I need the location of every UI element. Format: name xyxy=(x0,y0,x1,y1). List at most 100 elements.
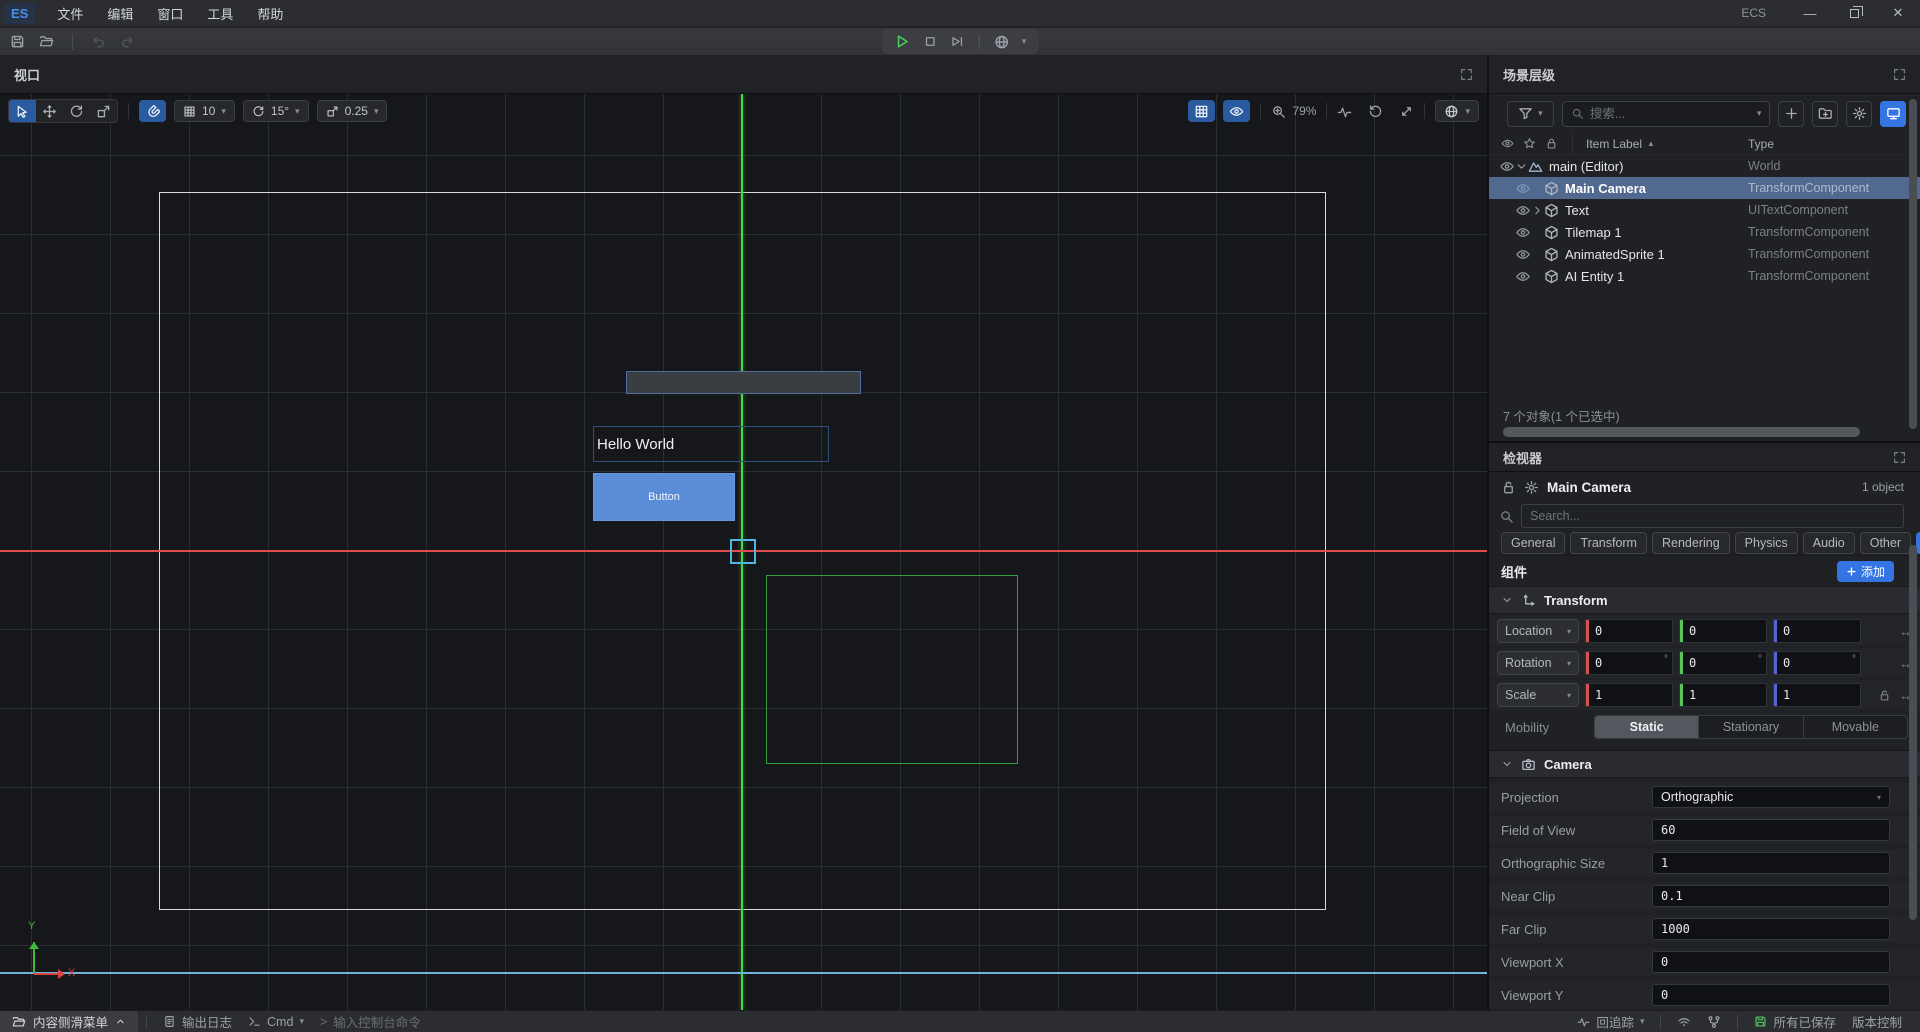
inspector-search-input[interactable] xyxy=(1530,509,1895,523)
undo-icon[interactable] xyxy=(91,34,106,49)
chevron-right-icon[interactable] xyxy=(1531,203,1544,218)
scene-text-object[interactable]: Hello World xyxy=(593,426,829,462)
menu-edit[interactable]: 编辑 xyxy=(97,0,143,27)
save-status[interactable]: 所有已保存 xyxy=(1746,1012,1844,1031)
sort-by-label[interactable]: Item Label ▲ xyxy=(1572,137,1748,151)
app-logo[interactable]: ES xyxy=(4,3,35,24)
menu-tools[interactable]: 工具 xyxy=(197,0,243,27)
unlock-icon[interactable] xyxy=(1878,689,1891,702)
cmd-dropdown[interactable]: Cmd ▾ xyxy=(240,1011,312,1032)
eye-icon[interactable] xyxy=(1515,247,1531,262)
scale-y-field[interactable]: 1 xyxy=(1679,683,1767,707)
tab-transform[interactable]: Transform xyxy=(1570,532,1647,554)
eye-icon[interactable] xyxy=(1515,203,1531,218)
network-status[interactable] xyxy=(1669,1015,1699,1029)
transform-section-header[interactable]: Transform xyxy=(1489,586,1920,614)
camera-section-header[interactable]: Camera xyxy=(1489,750,1920,778)
output-log-button[interactable]: 输出日志 xyxy=(155,1011,240,1032)
expand-icon[interactable] xyxy=(1460,68,1473,81)
scale-x-field[interactable]: 1 xyxy=(1585,683,1673,707)
viewport-canvas[interactable]: 10 ▾ 15° ▾ 0.25 ▾ xyxy=(0,94,1487,1010)
settings-button[interactable] xyxy=(1846,101,1872,127)
world-dropdown[interactable]: ▾ xyxy=(1435,100,1479,122)
orthographic-size-input[interactable]: 1 xyxy=(1652,852,1890,874)
tab-physics[interactable]: Physics xyxy=(1735,532,1798,554)
near-clip-input[interactable]: 0.1 xyxy=(1652,885,1890,907)
stop-button[interactable] xyxy=(923,34,938,49)
fit-view-icon[interactable] xyxy=(1399,104,1414,119)
expand-icon[interactable] xyxy=(1893,68,1906,81)
branch-status[interactable] xyxy=(1699,1015,1729,1029)
content-drawer-button[interactable]: 内容侧滑菜单 xyxy=(0,1011,138,1032)
restore-button[interactable] xyxy=(1832,0,1876,26)
menu-help[interactable]: 帮助 xyxy=(247,0,293,27)
grid-toggle-button[interactable] xyxy=(1188,100,1215,122)
far-clip-input[interactable]: 1000 xyxy=(1652,918,1890,940)
scale-snap-dropdown[interactable]: 0.25 ▾ xyxy=(317,100,388,122)
location-z-field[interactable]: 0 xyxy=(1773,619,1861,643)
scene-panel-bar[interactable] xyxy=(626,371,861,394)
location-y-field[interactable]: 0 xyxy=(1679,619,1767,643)
add-entity-button[interactable] xyxy=(1778,101,1804,127)
tree-row-world[interactable]: main (Editor) World xyxy=(1489,155,1920,177)
scene-origin-handle[interactable] xyxy=(730,539,756,564)
save-icon[interactable] xyxy=(10,34,25,49)
tree-row-animatedsprite[interactable]: AnimatedSprite 1 TransformComponent xyxy=(1489,243,1920,265)
viewport-x-input[interactable]: 0 xyxy=(1652,951,1890,973)
eye-icon[interactable] xyxy=(1499,159,1515,174)
field-of-view-input[interactable]: 60 xyxy=(1652,819,1890,841)
tree-row-ai-entity[interactable]: AI Entity 1 TransformComponent xyxy=(1489,265,1920,287)
scale-z-field[interactable]: 1 xyxy=(1773,683,1861,707)
projection-dropdown[interactable]: Orthographic ▾ xyxy=(1652,786,1890,808)
lock-column-icon[interactable] xyxy=(1545,137,1558,150)
tab-audio[interactable]: Audio xyxy=(1803,532,1855,554)
star-column-icon[interactable] xyxy=(1523,137,1536,150)
visibility-toggle-button[interactable] xyxy=(1223,100,1250,122)
filter-dropdown[interactable]: ▾ xyxy=(1507,101,1554,127)
scene-button-object[interactable]: Button xyxy=(593,473,735,521)
scale-dropdown[interactable]: Scale▾ xyxy=(1497,683,1579,707)
scene-green-rect[interactable] xyxy=(766,575,1018,764)
vertical-scrollbar[interactable] xyxy=(1909,545,1917,920)
eye-icon[interactable] xyxy=(1515,225,1531,240)
rotation-x-field[interactable]: 0° xyxy=(1585,651,1673,675)
stats-icon[interactable] xyxy=(1337,104,1352,119)
tab-rendering[interactable]: Rendering xyxy=(1652,532,1730,554)
tab-general[interactable]: General xyxy=(1501,532,1565,554)
scale-tool-button[interactable] xyxy=(90,100,117,122)
play-button[interactable] xyxy=(894,33,911,50)
zoom-indicator[interactable]: 79% xyxy=(1271,104,1316,119)
step-button[interactable] xyxy=(950,34,965,49)
rotation-dropdown[interactable]: Rotation▾ xyxy=(1497,651,1579,675)
display-toggle-button[interactable] xyxy=(1880,101,1906,127)
move-tool-button[interactable] xyxy=(36,100,63,122)
unlock-icon[interactable] xyxy=(1501,480,1516,495)
select-tool-button[interactable] xyxy=(9,100,36,122)
mobility-static[interactable]: Static xyxy=(1595,716,1699,738)
minimize-button[interactable]: — xyxy=(1788,0,1832,26)
eye-column-icon[interactable] xyxy=(1501,137,1514,150)
version-control-button[interactable]: 版本控制 xyxy=(1844,1012,1910,1031)
location-dropdown[interactable]: Location▾ xyxy=(1497,619,1579,643)
console-command-input[interactable]: > 输入控制台命令 xyxy=(312,1011,429,1032)
tree-row-main-camera[interactable]: Main Camera TransformComponent xyxy=(1489,177,1920,199)
tree-row-tilemap[interactable]: Tilemap 1 TransformComponent xyxy=(1489,221,1920,243)
new-folder-button[interactable] xyxy=(1812,101,1838,127)
open-folder-icon[interactable] xyxy=(39,34,54,49)
tab-other[interactable]: Other xyxy=(1860,532,1911,554)
hierarchy-search[interactable]: ▾ xyxy=(1562,101,1771,127)
globe-icon[interactable] xyxy=(994,34,1010,50)
chevron-down-icon[interactable]: ▾ xyxy=(1757,108,1762,119)
eye-icon[interactable] xyxy=(1515,269,1531,284)
menu-file[interactable]: 文件 xyxy=(47,0,93,27)
chevron-down-icon[interactable] xyxy=(1515,159,1528,174)
reset-view-icon[interactable] xyxy=(1368,104,1383,119)
horizontal-scrollbar[interactable] xyxy=(1503,427,1860,437)
redo-icon[interactable] xyxy=(120,34,135,49)
trace-dropdown[interactable]: 回追踪 ▾ xyxy=(1569,1012,1652,1031)
menu-window[interactable]: 窗口 xyxy=(147,0,193,27)
gear-icon[interactable] xyxy=(1524,480,1539,495)
add-component-button[interactable]: 添加 xyxy=(1837,561,1894,582)
hierarchy-search-input[interactable] xyxy=(1590,107,1751,121)
location-x-field[interactable]: 0 xyxy=(1585,619,1673,643)
